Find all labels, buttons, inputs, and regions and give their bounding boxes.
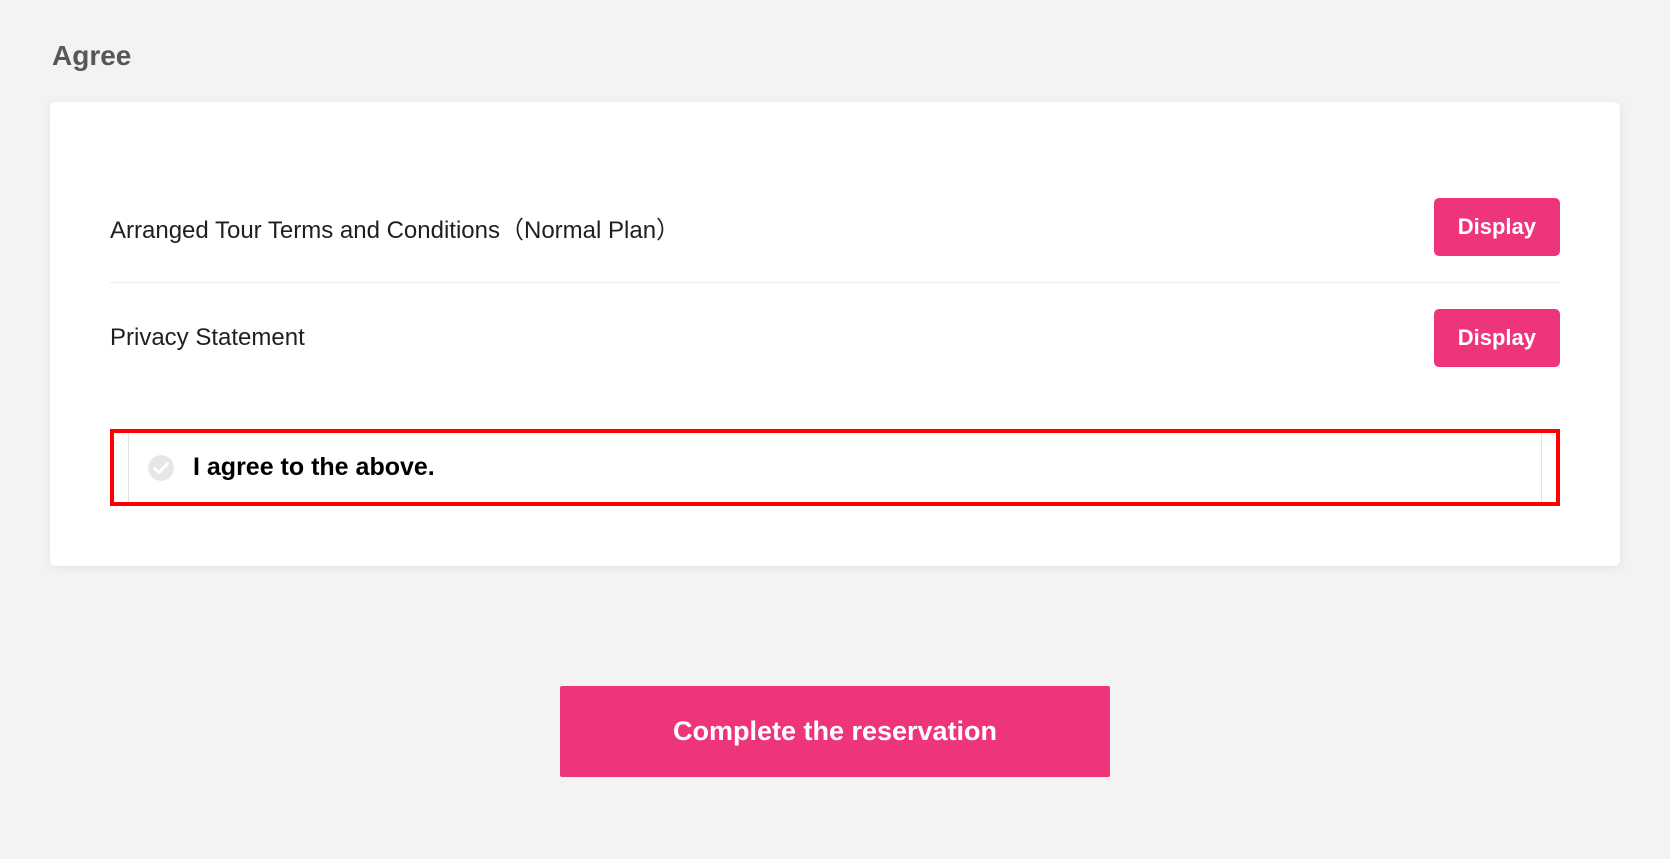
- term-row-privacy: Privacy Statement Display: [110, 282, 1560, 393]
- agree-checkbox-row[interactable]: I agree to the above.: [128, 433, 1542, 502]
- agree-checkbox-label: I agree to the above.: [193, 453, 435, 482]
- agree-card: Arranged Tour Terms and Conditions（Norma…: [50, 102, 1620, 566]
- cta-container: Complete the reservation: [50, 686, 1620, 777]
- section-title: Agree: [52, 40, 1620, 72]
- display-button-privacy[interactable]: Display: [1434, 309, 1560, 367]
- term-label: Privacy Statement: [110, 324, 305, 352]
- agree-highlight-box: I agree to the above.: [110, 429, 1560, 506]
- display-button-arranged-tour[interactable]: Display: [1434, 198, 1560, 256]
- term-label: Arranged Tour Terms and Conditions（Norma…: [110, 210, 680, 245]
- complete-reservation-button[interactable]: Complete the reservation: [560, 686, 1110, 777]
- checkbox-unchecked-icon[interactable]: [147, 454, 175, 482]
- term-row-arranged-tour: Arranged Tour Terms and Conditions（Norma…: [110, 172, 1560, 282]
